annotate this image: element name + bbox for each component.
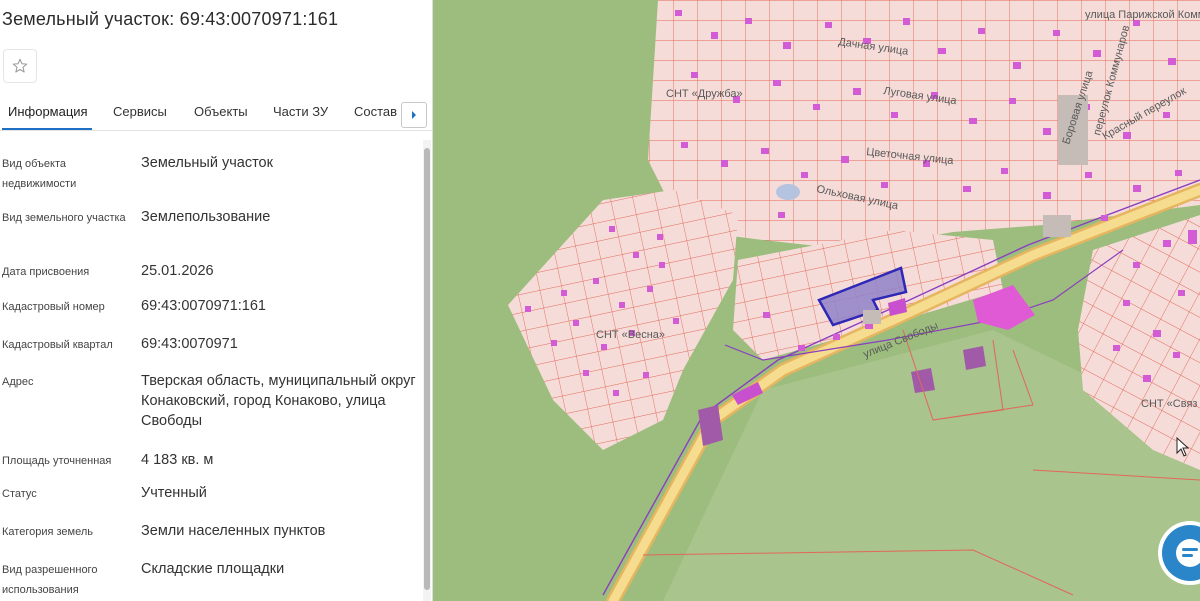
map-label-snt-druzhba: СНТ «Дружба»	[666, 88, 743, 100]
prop-value-parcel-type: Землепользование	[141, 209, 271, 225]
tab-services[interactable]: Сервисы	[113, 104, 167, 119]
prop-label-address: Адрес	[2, 376, 34, 388]
tab-objects[interactable]: Объекты	[194, 104, 248, 119]
chat-bubble-icon	[1176, 539, 1200, 567]
prop-value-cadastral-quarter[interactable]: 69:43:0070971	[141, 334, 416, 354]
favorite-button[interactable]	[3, 49, 37, 83]
map-view[interactable]: СНТ «Дружба» СНТ «Весна» СНТ «Связ Дачна…	[433, 0, 1200, 601]
chevron-right-icon	[412, 111, 416, 119]
prop-value-assigned-date: 25.01.2026	[141, 263, 214, 279]
prop-value-permitted-use: Складские площадки	[141, 561, 285, 577]
tab-bar: Информация Сервисы Объекты Части ЗУ Сост…	[0, 96, 432, 131]
tab-parts[interactable]: Части ЗУ	[273, 104, 328, 119]
prop-value-address: Тверская область, муниципальный округ Ко…	[141, 373, 416, 429]
prop-label-cadastral-number: Кадастровый номер	[2, 301, 105, 313]
prop-value-area: 4 183 кв. м	[141, 452, 214, 468]
building-gray	[1043, 215, 1071, 237]
tab-composition[interactable]: Состав	[354, 104, 397, 119]
map-label-snt-vesna: СНТ «Весна»	[596, 329, 665, 341]
star-outline-icon	[12, 58, 28, 73]
map-label-snt-svyaz: СНТ «Связ	[1141, 398, 1197, 410]
tabs-next-button[interactable]	[401, 102, 427, 128]
chat-button[interactable]	[1162, 525, 1200, 581]
building	[963, 346, 986, 370]
prop-value-object-type: Земельный участок	[141, 155, 273, 171]
active-tab-indicator	[2, 128, 92, 130]
prop-value-cadastral-number[interactable]: 69:43:0070971:161	[141, 296, 416, 316]
tab-information[interactable]: Информация	[8, 104, 88, 119]
prop-label-object-type: Вид объекта недвижимости	[2, 158, 77, 190]
prop-value-land-category: Земли населенных пунктов	[141, 523, 326, 539]
map-label-parizhskoy: улица Парижской Комм	[1085, 9, 1200, 21]
prop-label-status: Статус	[2, 488, 37, 500]
mouse-cursor-icon	[1176, 437, 1190, 457]
map-canvas[interactable]: СНТ «Дружба» СНТ «Весна» СНТ «Связ Дачна…	[433, 0, 1200, 601]
panel-scrollbar-thumb[interactable]	[424, 148, 430, 590]
prop-label-parcel-type: Вид земельного участка	[2, 212, 126, 224]
prop-label-cadastral-quarter: Кадастровый квартал	[2, 339, 113, 351]
prop-label-permitted-use: Вид разрешенного использования	[2, 564, 98, 596]
page-title: Земельный участок: 69:43:0070971:161	[2, 9, 339, 29]
prop-value-status: Учтенный	[141, 485, 207, 501]
prop-label-land-category: Категория земель	[2, 526, 93, 538]
pond	[776, 184, 800, 200]
prop-label-assigned-date: Дата присвоения	[2, 266, 90, 278]
building-gray	[863, 310, 881, 324]
prop-label-area: Площадь уточненная	[2, 455, 112, 467]
info-panel: Земельный участок: 69:43:0070971:161 Инф…	[0, 0, 433, 601]
